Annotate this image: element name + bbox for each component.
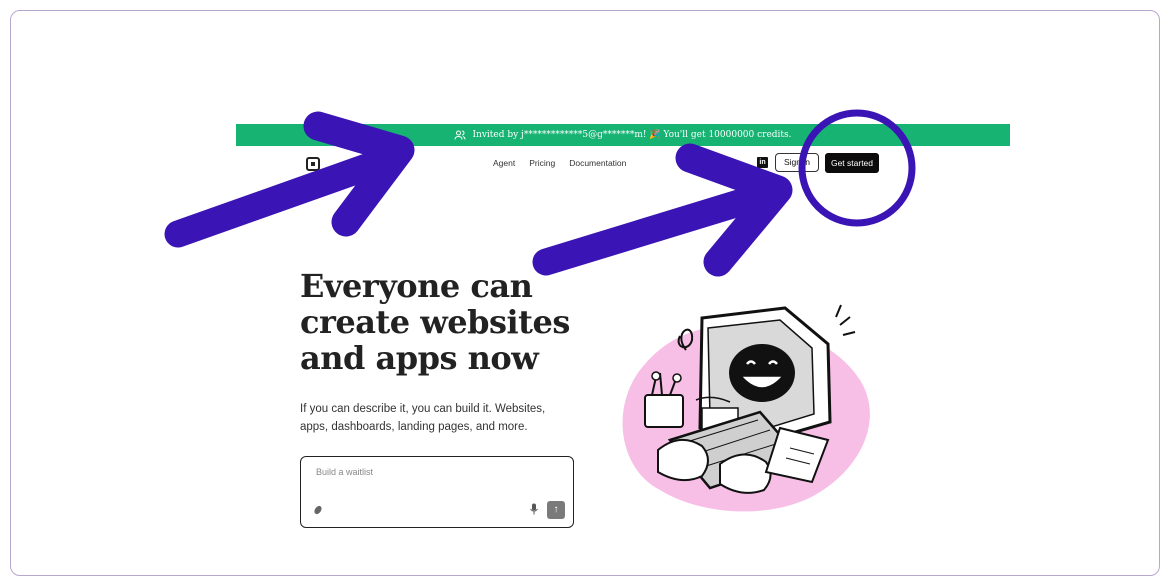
arrow-up-icon: ↑ bbox=[553, 504, 559, 515]
hero-title-line: and apps now bbox=[300, 339, 539, 377]
invite-banner: Invited by j*************5@g*******m! 🎉 … bbox=[236, 124, 1010, 146]
nav-link-pricing[interactable]: Pricing bbox=[529, 158, 555, 168]
top-nav: Agent Pricing Documentation in Sign in G… bbox=[236, 146, 1010, 184]
invite-banner-text: Invited by j*************5@g*******m! 🎉 … bbox=[472, 130, 792, 140]
hero-subtitle-line: If you can describe it, you can build it… bbox=[300, 403, 546, 415]
hero-title-line: Everyone can bbox=[300, 267, 533, 305]
hero-title-line: create websites bbox=[300, 303, 570, 341]
prompt-box: ↑ bbox=[300, 456, 574, 528]
sign-in-button[interactable]: Sign in bbox=[775, 153, 819, 172]
prompt-input[interactable] bbox=[314, 466, 548, 478]
computer-illustration bbox=[622, 304, 870, 512]
paperclip-icon[interactable] bbox=[313, 505, 323, 515]
nav-link-agent[interactable]: Agent bbox=[493, 158, 515, 168]
hero-subtitle: If you can describe it, you can build it… bbox=[300, 400, 560, 436]
logo-icon[interactable] bbox=[306, 157, 320, 171]
send-button[interactable]: ↑ bbox=[547, 501, 565, 519]
users-icon bbox=[454, 130, 466, 140]
nav-links: Agent Pricing Documentation bbox=[493, 158, 626, 168]
hero-title: Everyone can create websites and apps no… bbox=[300, 268, 610, 376]
hero-subtitle-line: apps, dashboards, landing pages, and mor… bbox=[300, 421, 528, 433]
microphone-icon[interactable] bbox=[529, 503, 539, 515]
linkedin-icon[interactable]: in bbox=[757, 157, 768, 168]
get-started-button[interactable]: Get started bbox=[825, 153, 879, 173]
nav-link-documentation[interactable]: Documentation bbox=[569, 158, 626, 168]
